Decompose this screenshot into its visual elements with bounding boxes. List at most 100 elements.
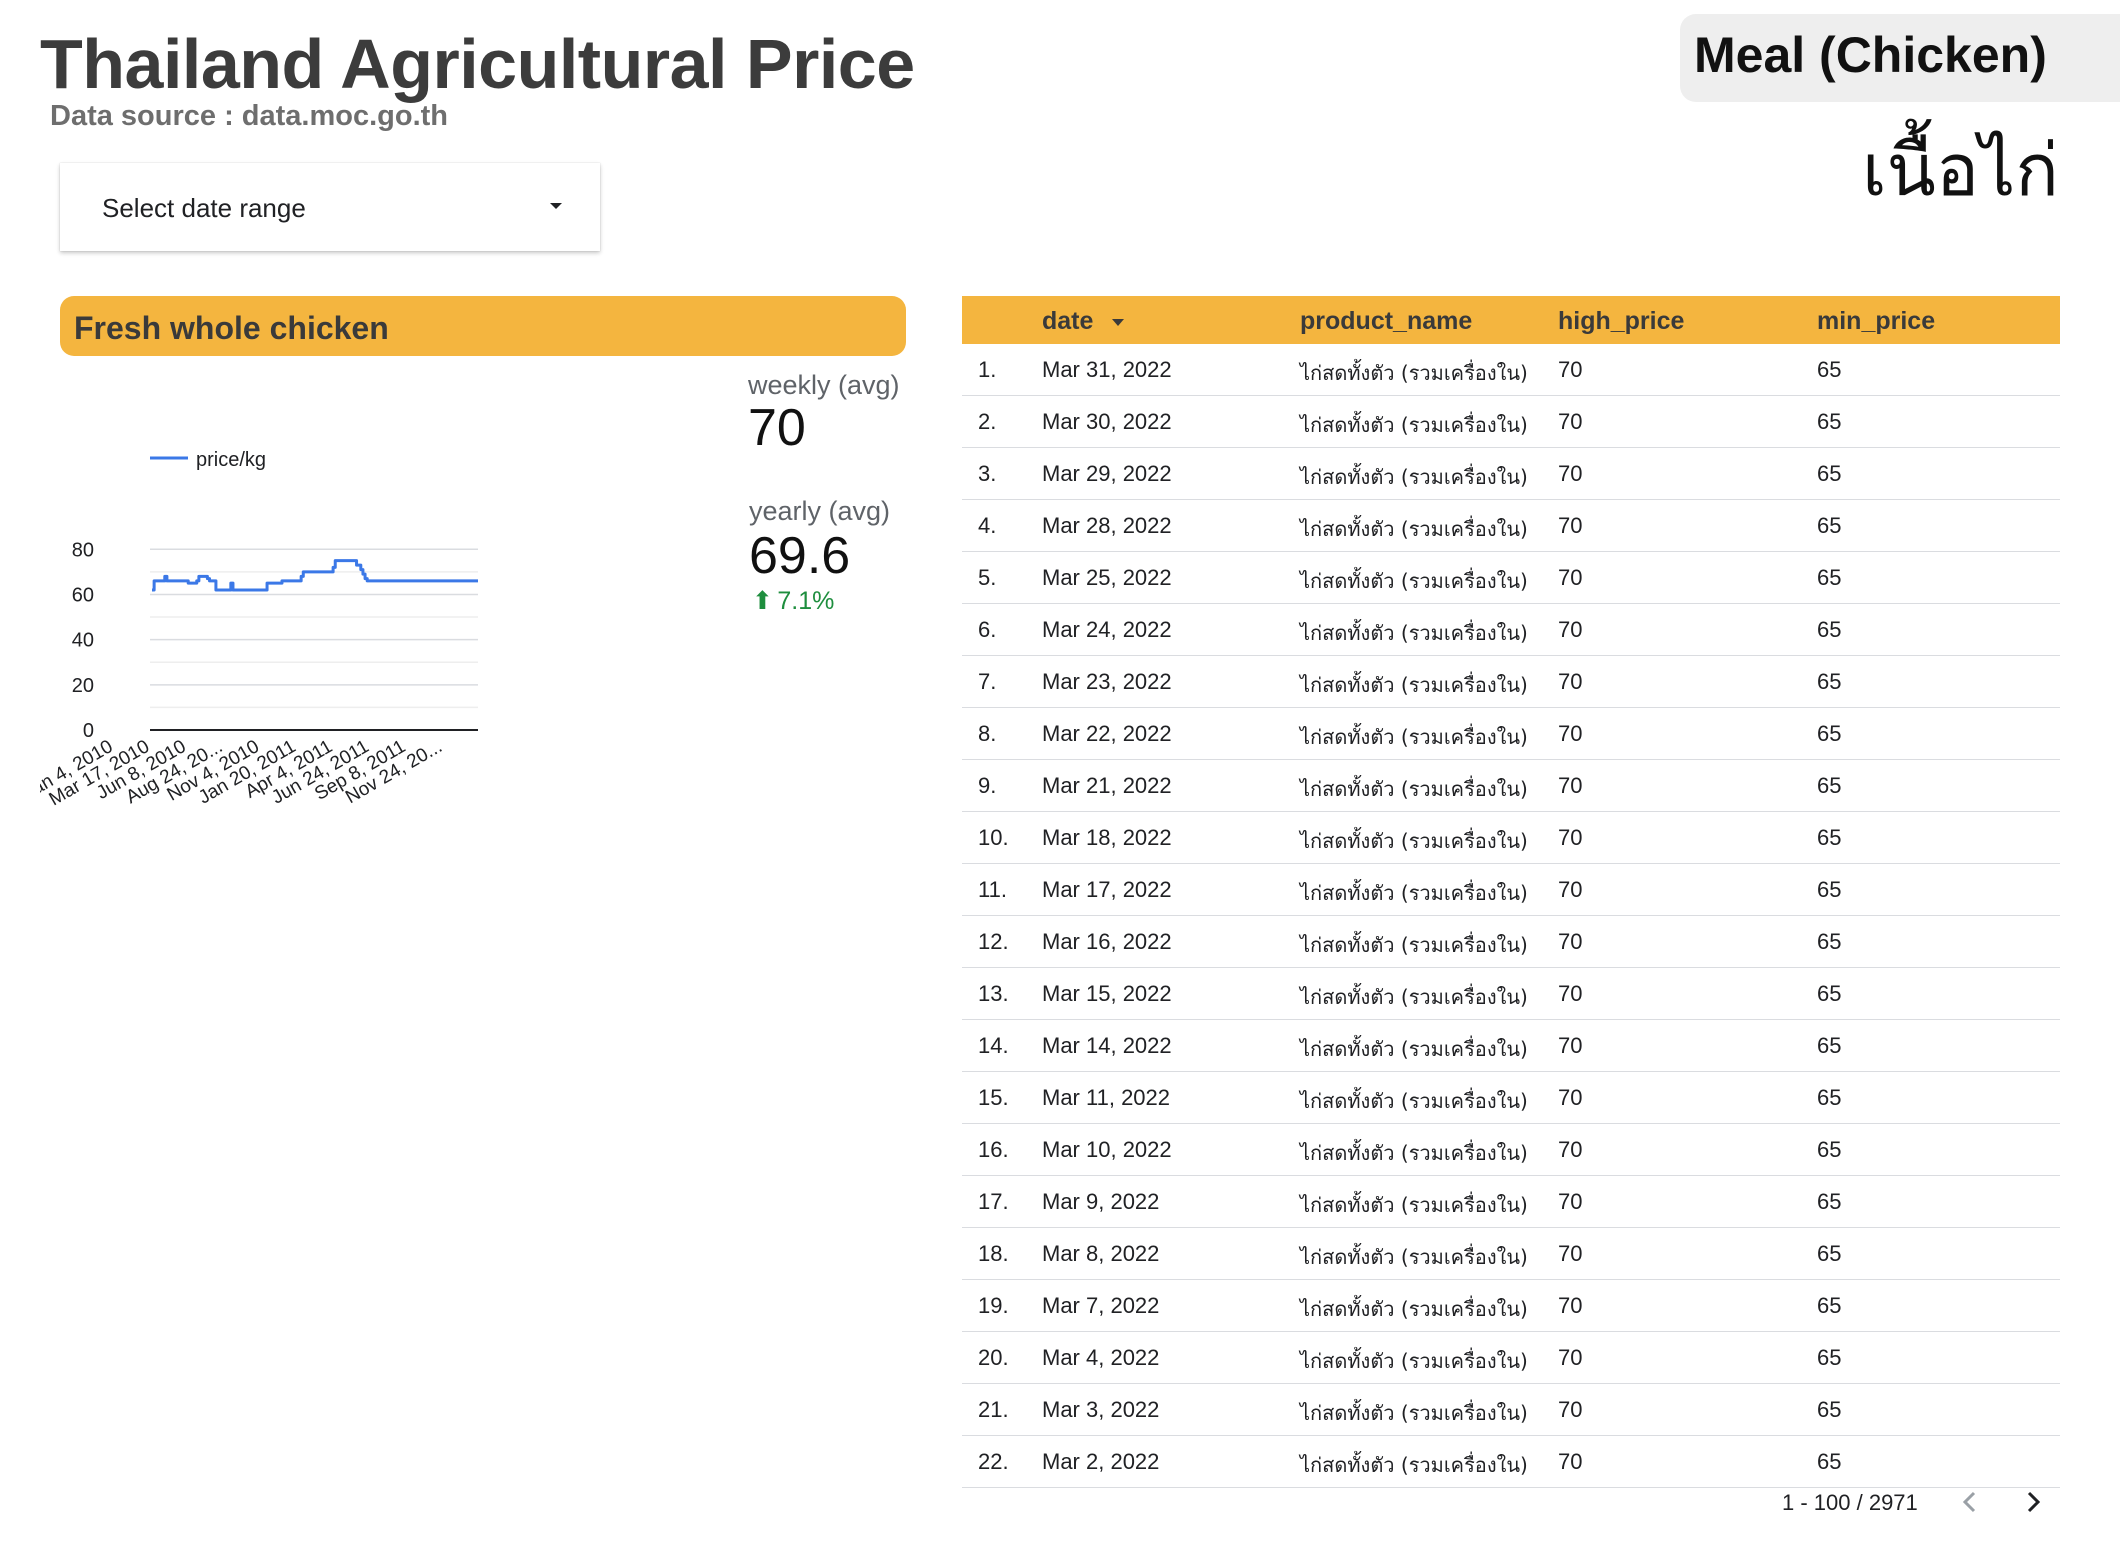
cell-min-price: 65 [1817,617,1842,642]
table-row[interactable]: 3. Mar 29, 2022 ไก่สดทั้งตัว (รวมเครื่องใน… [962,448,2060,500]
cell-product-name: ไก่สดทั้งตัว (รวมเครื่องใน) [1300,621,1528,645]
table-row[interactable]: 14. Mar 14, 2022 ไก่สดทั้งตัว (รวมเครื่องใ… [962,1020,2060,1072]
row-index: 1. [978,357,997,382]
table-row[interactable]: 6. Mar 24, 2022 ไก่สดทั้งตัว (รวมเครื่องใน… [962,604,2060,656]
chevron-left-icon[interactable] [1955,1487,1985,1517]
table-row[interactable]: 18. Mar 8, 2022 ไก่สดทั้งตัว (รวมเครื่องใน… [962,1228,2060,1280]
table-row[interactable]: 21. Mar 3, 2022 ไก่สดทั้งตัว (รวมเครื่องใน… [962,1384,2060,1436]
row-index: 10. [978,825,1009,850]
cell-high-price: 70 [1558,721,1583,746]
cell-date: Mar 28, 2022 [1042,513,1172,538]
cell-min-price: 65 [1817,877,1842,902]
column-header-date[interactable]: date [1042,307,1125,336]
dropdown-arrow-icon [550,203,562,209]
data-source-label: Data source : data.moc.go.th [50,100,449,132]
row-index: 11. [978,877,1007,902]
cell-min-price: 65 [1817,721,1842,746]
row-index: 12. [978,929,1009,954]
cell-min-price: 65 [1817,825,1842,850]
row-index: 19. [978,1293,1009,1318]
cell-min-price: 65 [1817,461,1842,486]
table-row[interactable]: 1. Mar 31, 2022 ไก่สดทั้งตัว (รวมเครื่องใน… [962,344,2060,396]
table-body: 1. Mar 31, 2022 ไก่สดทั้งตัว (รวมเครื่องใน… [962,344,2060,1488]
cell-high-price: 70 [1558,1085,1583,1110]
cell-min-price: 65 [1817,565,1842,590]
table-row[interactable]: 19. Mar 7, 2022 ไก่สดทั้งตัว (รวมเครื่องใน… [962,1280,2060,1332]
table-row[interactable]: 2. Mar 30, 2022 ไก่สดทั้งตัว (รวมเครื่องใน… [962,396,2060,448]
row-index: 7. [978,669,997,694]
table-row[interactable]: 5. Mar 25, 2022 ไก่สดทั้งตัว (รวมเครื่องใน… [962,552,2060,604]
row-index: 4. [978,513,997,538]
cell-date: Mar 18, 2022 [1042,825,1172,850]
cell-high-price: 70 [1558,1449,1583,1474]
table-row[interactable]: 15. Mar 11, 2022 ไก่สดทั้งตัว (รวมเครื่องใ… [962,1072,2060,1124]
cell-min-price: 65 [1817,513,1842,538]
table-row[interactable]: 11. Mar 17, 2022 ไก่สดทั้งตัว (รวมเครื่องใ… [962,864,2060,916]
cell-high-price: 70 [1558,1137,1583,1162]
cell-date: Mar 23, 2022 [1042,669,1172,694]
table-row[interactable]: 7. Mar 23, 2022 ไก่สดทั้งตัว (รวมเครื่องใน… [962,656,2060,708]
row-index: 8. [978,721,997,746]
column-header-min-price[interactable]: min_price [1817,307,1935,336]
cell-min-price: 65 [1817,1293,1842,1318]
arrow-down-icon [1112,318,1125,326]
table-row[interactable]: 9. Mar 21, 2022 ไก่สดทั้งตัว (รวมเครื่องใน… [962,760,2060,812]
cell-high-price: 70 [1558,513,1583,538]
cell-product-name: ไก่สดทั้งตัว (รวมเครื่องใน) [1300,1037,1528,1061]
cell-date: Mar 9, 2022 [1042,1189,1160,1214]
cell-date: Mar 14, 2022 [1042,1033,1172,1058]
column-header-product-name[interactable]: product_name [1300,307,1472,336]
cell-min-price: 65 [1817,1397,1842,1422]
table-row[interactable]: 16. Mar 10, 2022 ไก่สดทั้งตัว (รวมเครื่องใ… [962,1124,2060,1176]
row-index: 22. [978,1449,1009,1474]
table-row[interactable]: 22. Mar 2, 2022 ไก่สดทั้งตัว (รวมเครื่องใน… [962,1436,2060,1488]
cell-min-price: 65 [1817,1241,1842,1266]
cell-product-name: ไก่สดทั้งตัว (รวมเครื่องใน) [1300,413,1528,437]
cell-high-price: 70 [1558,409,1583,434]
cell-high-price: 70 [1558,877,1583,902]
table-row[interactable]: 4. Mar 28, 2022 ไก่สดทั้งตัว (รวมเครื่องใน… [962,500,2060,552]
weekly-avg-label: weekly (avg) [748,370,900,400]
y-tick-label: 0 [83,720,94,742]
cell-product-name: ไก่สดทั้งตัว (รวมเครื่องใน) [1300,1141,1528,1165]
cell-date: Mar 24, 2022 [1042,617,1172,642]
table-row[interactable]: 13. Mar 15, 2022 ไก่สดทั้งตัว (รวมเครื่องใ… [962,968,2060,1020]
cell-min-price: 65 [1817,1085,1842,1110]
arrow-up-icon: ⬆︎ [752,587,773,615]
cell-date: Mar 29, 2022 [1042,461,1172,486]
date-range-picker[interactable]: Select date range [60,163,600,251]
row-index: 9. [978,773,997,798]
cell-date: Mar 31, 2022 [1042,357,1172,382]
cell-date: Mar 3, 2022 [1042,1397,1160,1422]
cell-product-name: ไก่สดทั้งตัว (รวมเครื่องใน) [1300,1193,1528,1217]
cell-product-name: ไก่สดทั้งตัว (รวมเครื่องใน) [1300,1453,1528,1477]
cell-high-price: 70 [1558,1293,1583,1318]
y-axis-ticks: 0 20 40 60 80 [72,539,94,742]
column-header-high-price[interactable]: high_price [1558,307,1684,336]
table-row[interactable]: 12. Mar 16, 2022 ไก่สดทั้งตัว (รวมเครื่องใ… [962,916,2060,968]
cell-high-price: 70 [1558,669,1583,694]
table-row[interactable]: 17. Mar 9, 2022 ไก่สดทั้งตัว (รวมเครื่องใน… [962,1176,2060,1228]
row-index: 18. [978,1241,1009,1266]
cell-date: Mar 8, 2022 [1042,1241,1160,1266]
chevron-right-icon[interactable] [2018,1487,2048,1517]
table-row[interactable]: 8. Mar 22, 2022 ไก่สดทั้งตัว (รวมเครื่องใน… [962,708,2060,760]
cell-high-price: 70 [1558,357,1583,382]
cell-product-name: ไก่สดทั้งตัว (รวมเครื่องใน) [1300,517,1528,541]
y-tick-label: 60 [72,584,94,606]
table-row[interactable]: 10. Mar 18, 2022 ไก่สดทั้งตัว (รวมเครื่องใ… [962,812,2060,864]
cell-product-name: ไก่สดทั้งตัว (รวมเครื่องใน) [1300,725,1528,749]
row-index: 14. [978,1033,1009,1058]
pagination-range: 1 - 100 / 2971 [1782,1490,1918,1515]
y-tick-label: 80 [72,539,94,561]
cell-high-price: 70 [1558,1189,1583,1214]
cell-high-price: 70 [1558,1033,1583,1058]
chart-legend[interactable]: price/kg [150,449,266,471]
table-row[interactable]: 20. Mar 4, 2022 ไก่สดทั้งตัว (รวมเครื่องใน… [962,1332,2060,1384]
cell-product-name: ไก่สดทั้งตัว (รวมเครื่องใน) [1300,673,1528,697]
cell-date: Mar 7, 2022 [1042,1293,1160,1318]
cell-min-price: 65 [1817,1345,1842,1370]
row-index: 13. [978,981,1009,1006]
row-index: 6. [978,617,997,642]
price-line-chart: price/kg 0 20 40 60 80 Jan 4, 2010Mar 17, 20… [40,449,478,810]
